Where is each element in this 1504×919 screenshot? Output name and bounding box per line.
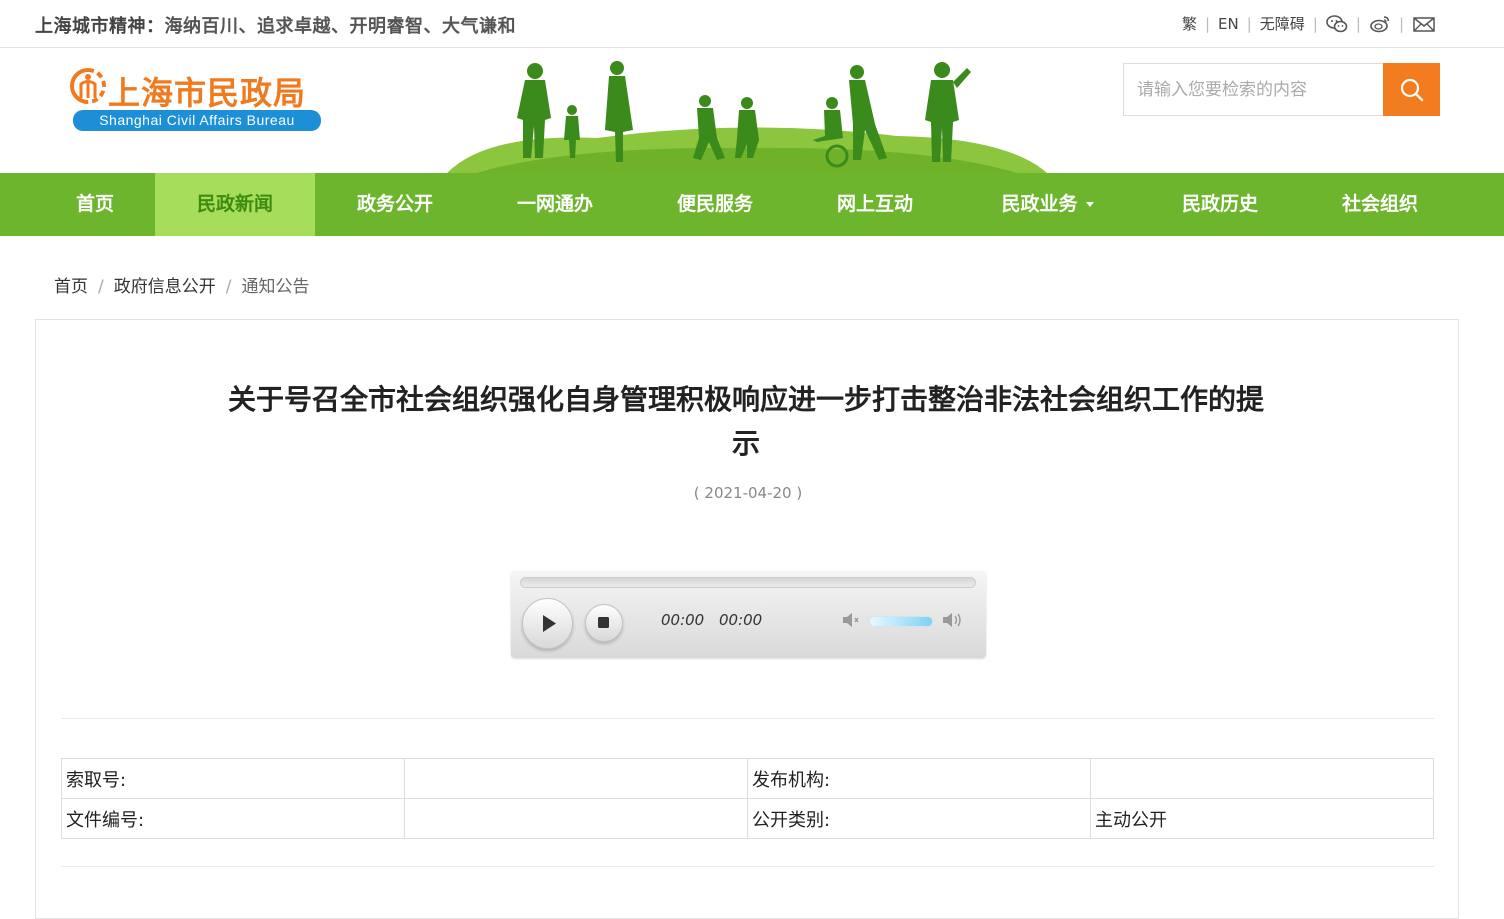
top-links: 繁 | EN | 无障碍 | | |: [1182, 13, 1435, 34]
audio-duration: 00:00: [719, 611, 763, 629]
breadcrumb-separator: /: [98, 277, 104, 297]
wechat-icon[interactable]: [1326, 14, 1348, 34]
logo-english-name: Shanghai Civil Affairs Bureau: [73, 110, 321, 131]
volume-max-icon[interactable]: [941, 610, 965, 630]
breadcrumb-home[interactable]: 首页: [54, 277, 88, 297]
slogan-body: 海纳百川、追求卓越、开明睿智、大气谦和: [164, 16, 516, 37]
table-cell-value: [1090, 758, 1434, 799]
content-divider: [61, 718, 1434, 719]
play-icon: [543, 615, 556, 632]
nav-item-social-organizations[interactable]: 社会组织: [1300, 173, 1460, 236]
table-cell-label: 文件编号:: [61, 798, 405, 839]
table-cell-label: 发布机构:: [747, 758, 1091, 799]
nav-item-government-affairs[interactable]: 政务公开: [315, 173, 475, 236]
nav-item-online-interaction[interactable]: 网上互动: [795, 173, 955, 236]
table-row: 索取号: 发布机构:: [61, 758, 1434, 799]
search-input[interactable]: [1124, 64, 1384, 115]
city-spirit-slogan: 上海城市精神：海纳百川、追求卓越、开明睿智、大气谦和: [35, 12, 516, 38]
weibo-icon[interactable]: [1369, 14, 1391, 34]
nav-item-news[interactable]: 民政新闻: [155, 173, 315, 236]
family-silhouette-banner: [447, 61, 1047, 173]
caret-down-icon: [1085, 202, 1094, 207]
breadcrumb: 首页 / 政府信息公开 / 通知公告: [54, 272, 309, 297]
nav-item-civil-affairs-business[interactable]: 民政业务: [960, 173, 1135, 236]
site-header: 上海市民政局 Shanghai Civil Affairs Bureau: [0, 48, 1504, 173]
accessibility-link[interactable]: 无障碍: [1260, 13, 1305, 34]
mail-icon[interactable]: [1412, 14, 1435, 34]
audio-player: 00:00 00:00: [511, 571, 986, 658]
site-logo[interactable]: 上海市民政局 Shanghai Civil Affairs Bureau: [70, 66, 325, 136]
table-cell-value: [404, 798, 748, 839]
table-cell-label: 索取号:: [61, 758, 405, 799]
volume-slider[interactable]: [869, 616, 933, 627]
table-cell-value: [404, 758, 748, 799]
traditional-chinese-link[interactable]: 繁: [1182, 13, 1197, 34]
slogan-lead: 上海城市精神：: [35, 16, 165, 37]
article-panel: 关于号召全市社会组织强化自身管理积极响应进一步打击整治非法社会组织工作的提示 (…: [35, 319, 1459, 919]
site-search: [1123, 63, 1440, 116]
content-divider: [61, 866, 1434, 867]
breadcrumb-separator: /: [225, 277, 232, 297]
separator: |: [1398, 14, 1404, 33]
separator: |: [1312, 14, 1318, 33]
nav-item-home[interactable]: 首页: [35, 173, 155, 236]
nav-item-public-service[interactable]: 便民服务: [635, 173, 795, 236]
english-link[interactable]: EN: [1218, 15, 1239, 33]
separator: |: [1204, 14, 1211, 33]
document-meta-table: 索取号: 发布机构: 文件编号: 公开类别: 主动公开: [61, 758, 1434, 839]
main-nav: 首页 民政新闻 政务公开 一网通办 便民服务 网上互动 民政业务 民政历史 社会…: [0, 173, 1504, 236]
table-cell-value: 主动公开: [1090, 798, 1434, 839]
nav-item-history[interactable]: 民政历史: [1140, 173, 1300, 236]
breadcrumb-info-disclosure[interactable]: 政府信息公开: [114, 277, 216, 297]
audio-current-time: 00:00: [661, 611, 705, 629]
stop-icon: [598, 617, 609, 628]
audio-progress-bar[interactable]: [520, 577, 976, 588]
play-button[interactable]: [522, 598, 573, 649]
stop-button[interactable]: [585, 604, 623, 642]
table-row: 文件编号: 公开类别: 主动公开: [61, 798, 1434, 839]
article-title: 关于号召全市社会组织强化自身管理积极响应进一步打击整治非法社会组织工作的提示: [227, 383, 1264, 460]
top-bar: 上海城市精神：海纳百川、追求卓越、开明睿智、大气谦和 繁 | EN | 无障碍 …: [0, 0, 1504, 48]
separator: |: [1246, 14, 1252, 33]
search-icon: [1400, 78, 1423, 101]
nav-item-one-stop-service[interactable]: 一网通办: [475, 173, 635, 236]
search-button[interactable]: [1383, 63, 1440, 116]
table-cell-label: 公开类别:: [747, 798, 1091, 839]
article-date: ( 2021-04-20 ): [693, 484, 803, 502]
mute-icon[interactable]: [841, 610, 863, 630]
nav-item-label: 民政业务: [1001, 193, 1078, 215]
civil-affairs-logo-icon: [70, 68, 106, 104]
logo-chinese-name: 上海市民政局: [108, 75, 307, 111]
separator: |: [1355, 14, 1361, 33]
breadcrumb-current: 通知公告: [241, 277, 310, 297]
